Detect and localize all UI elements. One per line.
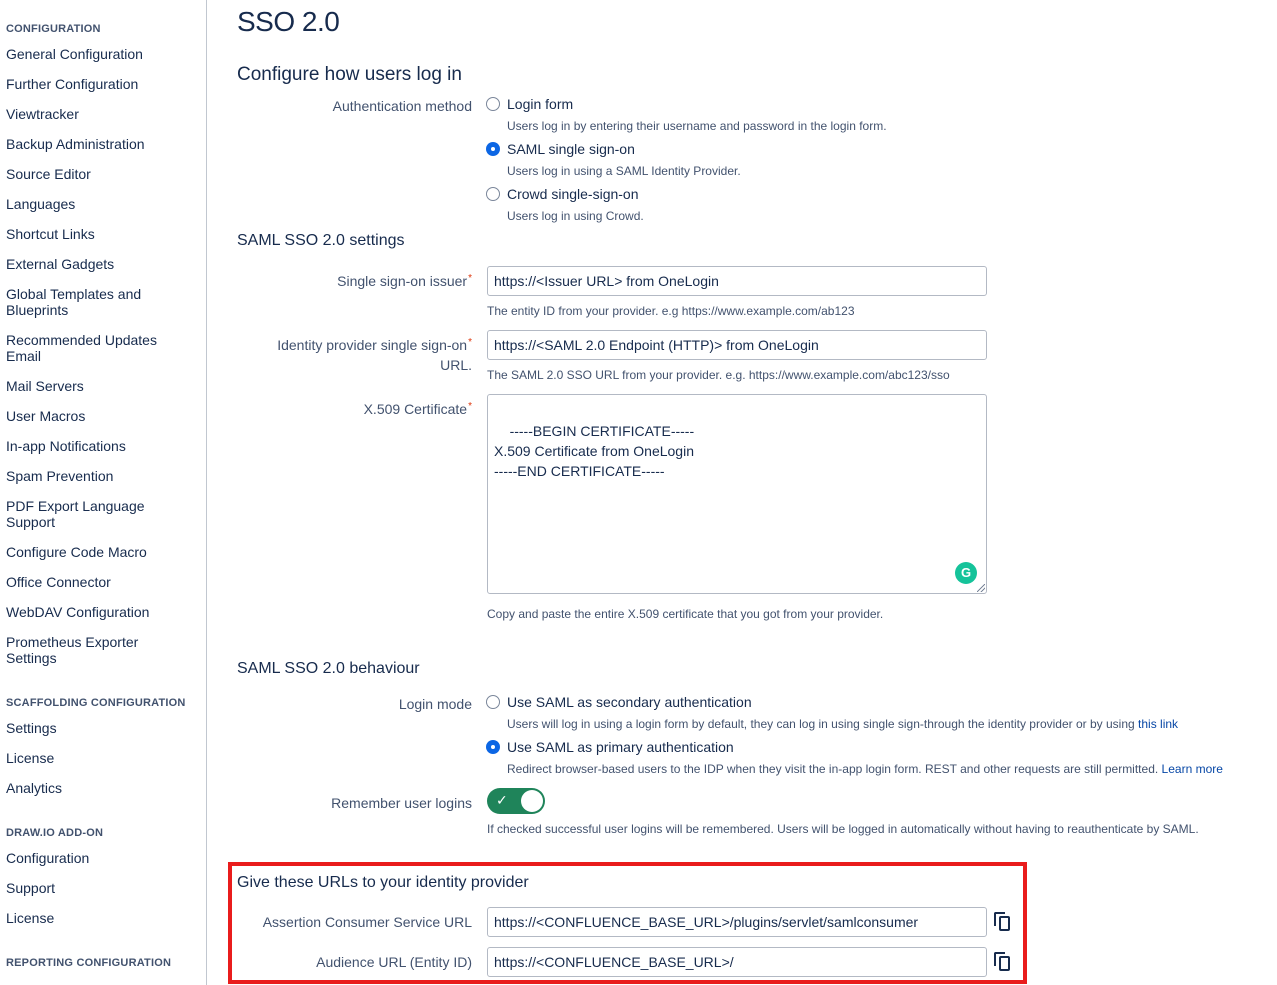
radio-login-form[interactable] [486, 97, 500, 111]
idp-url-input[interactable]: https://<SAML 2.0 Endpoint (HTTP)> from … [487, 330, 987, 360]
sidebar-item-viewtracker[interactable]: Viewtracker [6, 106, 201, 122]
idp-url-help: The SAML 2.0 SSO URL from your provider.… [487, 368, 950, 382]
main-content: SSO 2.0 Configure how users log in Authe… [228, 0, 1277, 985]
cert-label: X.509 Certificate* [363, 401, 472, 417]
sidebar-item-mail-servers[interactable]: Mail Servers [6, 378, 201, 394]
radio-description: Users log in using a SAML Identity Provi… [507, 164, 741, 178]
sidebar-heading-drawio: DRAW.IO ADD-ON [6, 827, 104, 839]
audience-url-label: Audience URL (Entity ID) [316, 954, 472, 970]
radio-label: Use SAML as primary authentication [507, 739, 734, 755]
settings-section-heading: SAML SSO 2.0 settings [237, 232, 405, 249]
audience-url-input[interactable]: https://<CONFLUENCE_BASE_URL>/ [487, 947, 987, 977]
sidebar-item-drawio-support[interactable]: Support [6, 880, 201, 896]
radio-crowd[interactable] [486, 187, 500, 201]
required-marker: * [468, 401, 472, 412]
auth-option-saml[interactable]: SAML single sign-on [486, 141, 635, 157]
sidebar-item-configure-code-macro[interactable]: Configure Code Macro [6, 544, 201, 560]
acs-url-label: Assertion Consumer Service URL [262, 914, 472, 930]
this-link[interactable]: this link [1138, 717, 1178, 731]
remember-logins-label: Remember user logins [331, 795, 472, 811]
sidebar-item-recommended-updates-email[interactable]: Recommended Updates Email [6, 332, 171, 364]
radio-primary-selected[interactable] [486, 740, 500, 754]
remember-logins-help: If checked successful user logins will b… [487, 822, 1199, 836]
sidebar-heading-reporting: REPORTING CONFIGURATION [6, 957, 172, 969]
radio-description: Redirect browser-based users to the IDP … [507, 762, 1223, 776]
sidebar-item-scaffolding-settings[interactable]: Settings [6, 720, 201, 736]
sidebar-item-shortcut-links[interactable]: Shortcut Links [6, 226, 201, 242]
issuer-input[interactable]: https://<Issuer URL> from OneLogin [487, 266, 987, 296]
sidebar-item-drawio-configuration[interactable]: Configuration [6, 850, 201, 866]
login-mode-label: Login mode [398, 696, 472, 712]
login-mode-secondary[interactable]: Use SAML as secondary authentication [486, 694, 752, 710]
sidebar-item-general-configuration[interactable]: General Configuration [6, 46, 201, 62]
copy-icon[interactable] [994, 952, 1012, 972]
login-mode-primary[interactable]: Use SAML as primary authentication [486, 739, 734, 755]
cert-textarea[interactable]: -----BEGIN CERTIFICATE----- X.509 Certif… [487, 394, 987, 594]
sidebar-item-office-connector[interactable]: Office Connector [6, 574, 201, 590]
issuer-help: The entity ID from your provider. e.g ht… [487, 304, 855, 318]
radio-label: Login form [507, 96, 574, 112]
sidebar-item-further-configuration[interactable]: Further Configuration [6, 76, 201, 92]
remember-logins-toggle[interactable]: ✓ [487, 788, 545, 814]
sidebar-item-backup-administration[interactable]: Backup Administration [6, 136, 201, 152]
sidebar-item-in-app-notifications[interactable]: In-app Notifications [6, 438, 201, 454]
sidebar-item-scaffolding-analytics[interactable]: Analytics [6, 780, 201, 796]
radio-description: Users log in by entering their username … [507, 119, 887, 133]
sidebar-heading-configuration: CONFIGURATION [6, 23, 101, 35]
radio-description: Users will log in using a login form by … [507, 717, 1179, 731]
sidebar-item-drawio-license[interactable]: License [6, 910, 201, 926]
sidebar-item-scaffolding-license[interactable]: License [6, 750, 201, 766]
auth-option-crowd[interactable]: Crowd single-sign-on [486, 186, 639, 202]
page-title: SSO 2.0 [237, 6, 340, 37]
sidebar-item-webdav-configuration[interactable]: WebDAV Configuration [6, 604, 201, 620]
radio-description: Users log in using Crowd. [507, 209, 644, 223]
required-marker: * [468, 273, 472, 284]
admin-sidebar: CONFIGURATION General Configuration Furt… [0, 0, 207, 985]
check-icon: ✓ [496, 792, 508, 808]
radio-label: Use SAML as secondary authentication [507, 694, 752, 710]
sidebar-item-external-gadgets[interactable]: External Gadgets [6, 256, 201, 272]
toggle-knob [521, 790, 543, 812]
sidebar-item-languages[interactable]: Languages [6, 196, 201, 212]
copy-icon[interactable] [994, 912, 1012, 932]
behaviour-section-heading: SAML SSO 2.0 behaviour [237, 660, 420, 677]
grammarly-icon[interactable]: G [955, 562, 977, 584]
sidebar-item-spam-prevention[interactable]: Spam Prevention [6, 468, 201, 484]
idp-urls-heading: Give these URLs to your identity provide… [237, 874, 529, 891]
acs-url-input[interactable]: https://<CONFLUENCE_BASE_URL>/plugins/se… [487, 907, 987, 937]
radio-secondary[interactable] [486, 695, 500, 709]
sidebar-heading-scaffolding: SCAFFOLDING CONFIGURATION [6, 697, 186, 709]
radio-label: Crowd single-sign-on [507, 186, 639, 202]
auth-option-login-form[interactable]: Login form [486, 96, 573, 112]
required-marker: * [468, 337, 472, 348]
idp-url-label: Identity provider single sign-on* URL. [277, 337, 472, 373]
issuer-label: Single sign-on issuer* [337, 273, 472, 289]
sidebar-item-user-macros[interactable]: User Macros [6, 408, 201, 424]
sidebar-item-pdf-export-language-support[interactable]: PDF Export Language Support [6, 498, 156, 530]
sidebar-item-prometheus-exporter-settings[interactable]: Prometheus Exporter Settings [6, 634, 156, 666]
radio-saml-selected[interactable] [486, 142, 500, 156]
learn-more-link[interactable]: Learn more [1162, 762, 1223, 776]
radio-label: SAML single sign-on [507, 141, 635, 157]
sidebar-item-source-editor[interactable]: Source Editor [6, 166, 201, 182]
auth-method-label: Authentication method [332, 98, 472, 114]
cert-help: Copy and paste the entire X.509 certific… [487, 607, 884, 621]
resize-handle-icon[interactable] [977, 584, 985, 592]
login-section-heading: Configure how users log in [237, 64, 462, 85]
cert-value: -----BEGIN CERTIFICATE----- X.509 Certif… [494, 423, 695, 479]
sidebar-item-global-templates[interactable]: Global Templates and Blueprints [6, 286, 156, 318]
